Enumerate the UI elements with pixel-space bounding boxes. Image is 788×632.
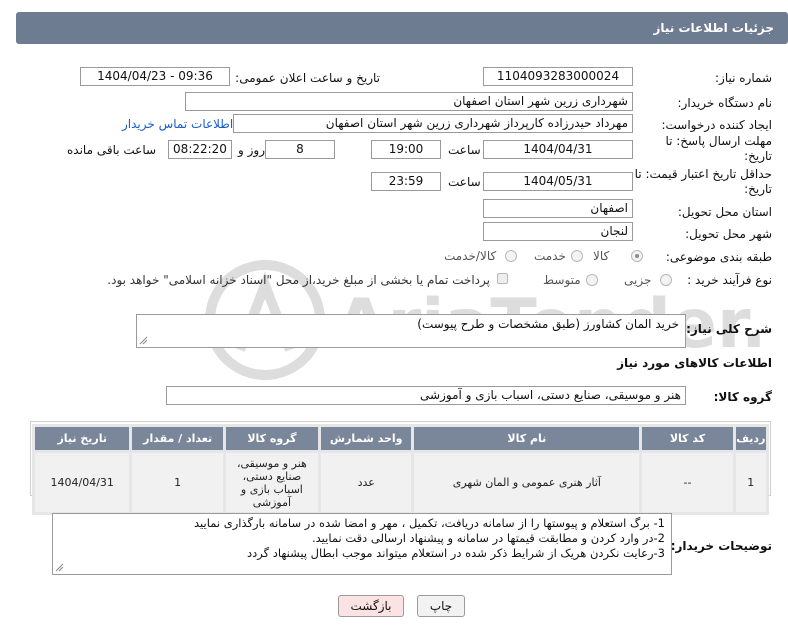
buyer-note-line: 3-رعایت نکردن هریک از شرایط ذکر شده در ا… [246,546,665,560]
price-validity-label: حداقل تاریخ اعتبار قیمت: تا تاریخ: [634,167,772,196]
cell-date: 1404/04/31 [31,450,133,515]
buyer-note-line: 2-در وارد کردن و مطابقت قیمتها در سامانه… [311,531,665,545]
reply-time-field: 19:00 [371,140,441,159]
cell-row: 1 [732,450,770,515]
items-table: ردیف کد کالا نام کالا واحد شمارش گروه کا… [31,424,770,515]
payment-note: پرداخت تمام یا بخشی از مبلغ خرید،از محل … [107,273,490,287]
buyer-notes-field: 1- برگ استعلام و پیوستها را از سامانه در… [52,513,672,575]
cell-name: آثار هنری عمومی و المان شهری [411,450,643,515]
reply-time-label: ساعت [448,143,481,157]
back-button[interactable]: بازگشت [338,595,404,617]
col-row-header: ردیف [732,424,770,453]
category-radio-service[interactable] [571,250,583,262]
need-number-label: شماره نیاز: [715,71,772,85]
col-qty-header: تعداد / مقدار [129,424,226,453]
remaining-label: ساعت باقی مانده [67,143,157,157]
creator-label: ایجاد کننده درخواست: [661,118,772,132]
province-label: استان محل تحویل: [677,205,772,219]
category-option-service: خدمت [534,249,566,263]
goods-group-label: گروه کالا: [713,390,772,404]
days-field: 8 [265,140,335,159]
description-text: خرید المان کشاورز (طبق مشخصات و طرح پیوس… [417,317,679,331]
province-field: اصفهان [483,199,633,218]
cell-code: -- [639,450,736,515]
buyer-notes-label: توضیحات خریدار: [670,539,772,553]
table-row: 1 -- آثار هنری عمومی و المان شهری عدد هن… [31,450,770,515]
announce-field: 1404/04/23 - 09:36 [80,67,230,86]
reply-deadline-label: مهلت ارسال پاسخ: تا تاریخ: [665,134,772,163]
city-field: لنجان [483,222,633,241]
category-option-goods: کالا [593,249,610,263]
city-label: شهر محل تحویل: [685,227,772,241]
col-date-header: تاریخ نیاز [31,424,133,453]
resize-grip-icon[interactable] [139,336,148,345]
category-option-both: کالا/خدمت [444,249,497,263]
col-group-header: گروه کالا [222,424,322,453]
description-label: شرح کلی نیاز: [686,322,772,336]
page-title: جزئیات اطلاعات نیاز [653,21,774,35]
resize-grip-icon[interactable] [55,563,64,572]
creator-field: مهرداد حیدرزاده کارپرداز شهرداری زرین شه… [233,114,633,133]
treasury-payment-checkbox[interactable] [497,273,508,284]
category-radio-goods[interactable] [631,250,643,262]
col-unit-header: واحد شمارش [318,424,415,453]
price-time-label: ساعت [448,175,481,189]
goods-group-field: هنر و موسیقی، صنایع دستی، اسباب بازی و آ… [166,386,686,405]
print-button[interactable]: چاپ [417,595,465,617]
process-radio-small[interactable] [660,274,672,286]
buyer-note-line: 1- برگ استعلام و پیوستها را از سامانه در… [194,516,665,530]
category-label: طبقه بندی موضوعی: [665,250,772,264]
buyer-org-label: نام دستگاه خریدار: [677,96,773,110]
need-number-field: 1104093283000024 [483,67,633,86]
days-label: روز و [238,143,265,157]
col-code-header: کد کالا [639,424,736,453]
cell-qty: 1 [129,450,226,515]
process-radio-medium[interactable] [586,274,598,286]
process-option-small: جزیی [624,273,652,287]
page-header: جزئیات اطلاعات نیاز [16,12,788,44]
category-radio-both[interactable] [505,250,517,262]
price-time-field: 23:59 [371,172,441,191]
remaining-time-field: 08:22:20 [168,140,232,159]
description-field: خرید المان کشاورز (طبق مشخصات و طرح پیوس… [136,314,686,348]
cell-unit: عدد [318,450,415,515]
process-option-medium: متوسط [543,273,581,287]
col-name-header: نام کالا [411,424,643,453]
price-date-field: 1404/05/31 [483,172,633,191]
process-label: نوع فرآیند خرید : [687,273,772,287]
cell-group: هنر و موسیقی، صنایع دستی، اسباب بازی و آ… [222,450,322,515]
contact-info-link[interactable]: اطلاعات تماس خریدار [122,117,233,131]
announce-label: تاریخ و ساعت اعلان عمومی: [235,71,380,85]
table-header-row: ردیف کد کالا نام کالا واحد شمارش گروه کا… [31,424,770,453]
goods-section-title: اطلاعات کالاهای مورد نیاز [617,356,772,370]
reply-date-field: 1404/04/31 [483,140,633,159]
buyer-org-field: شهرداری زرین شهر استان اصفهان [185,92,633,111]
